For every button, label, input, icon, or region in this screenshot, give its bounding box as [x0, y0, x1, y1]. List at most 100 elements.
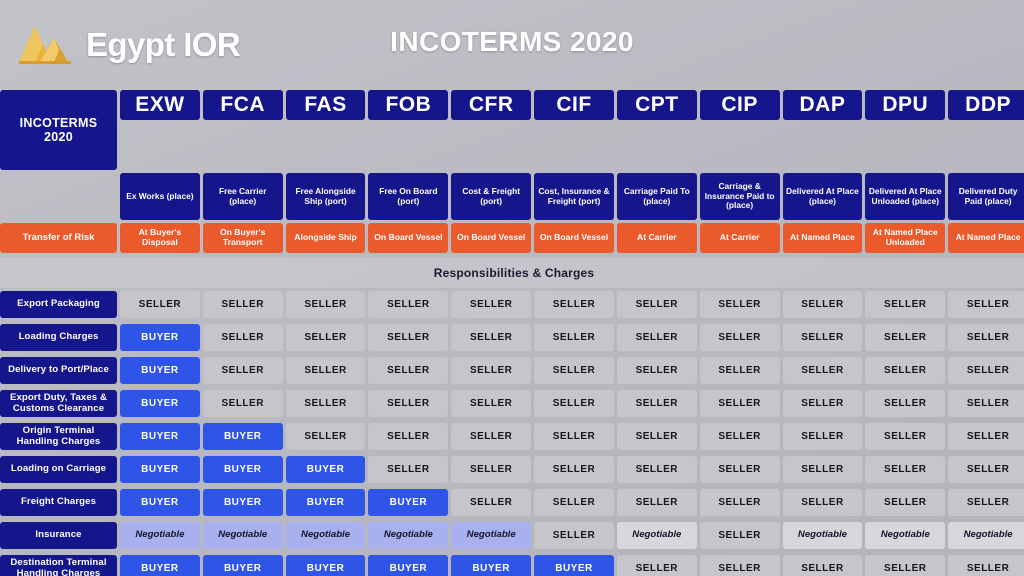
- pyramid-logo-icon: [19, 26, 71, 64]
- cell-ddp: SELLER: [948, 390, 1024, 417]
- column-header-cip[interactable]: CIP: [699, 90, 780, 120]
- cell-dap: SELLER: [782, 291, 863, 318]
- column-header-dap[interactable]: DAP: [782, 90, 863, 120]
- cell-cip: SELLER: [699, 291, 780, 318]
- cell-ddp: SELLER: [948, 291, 1024, 318]
- cell-cpt: SELLER: [616, 390, 697, 417]
- risk-ddp: At Named Place: [948, 223, 1024, 253]
- table-row: Delivery to Port/Place BUYER SELLER SELLER S…: [0, 357, 1024, 387]
- column-header-cfr[interactable]: CFR: [451, 90, 532, 120]
- cell-fas: BUYER: [285, 489, 366, 516]
- risk-fob: On Board Vessel: [368, 223, 449, 253]
- cell-fca: BUYER: [202, 555, 283, 576]
- cell-exw: BUYER: [120, 423, 200, 450]
- row-label: Destination Terminal Handling Charges: [0, 555, 117, 576]
- risk-fca: On Buyer's Transport: [202, 223, 283, 253]
- cell-cip: SELLER: [699, 357, 780, 384]
- column-header-cpt[interactable]: CPT: [616, 90, 697, 120]
- cell-cfr: SELLER: [451, 456, 532, 483]
- column-header-cif[interactable]: CIF: [534, 90, 614, 120]
- row-label: Delivery to Port/Place: [0, 357, 117, 384]
- cell-cif: SELLER: [534, 291, 614, 318]
- table-row: Origin Terminal Handling Charges BUYER BUY…: [0, 423, 1024, 453]
- page-title: INCOTERMS 2020: [390, 26, 634, 57]
- incoterms-matrix: INCOTERMS 2020 EXW FCA FAS FOB CFR CIF C…: [0, 90, 1024, 576]
- cell-cif: SELLER: [534, 456, 614, 483]
- table-row: Destination Terminal Handling Charges BUY…: [0, 555, 1024, 576]
- column-desc-fca: Free Carrier (place): [202, 173, 283, 220]
- cell-ddp: SELLER: [948, 423, 1024, 450]
- column-desc-cfr: Cost & Freight (port): [451, 173, 532, 220]
- cell-cpt: SELLER: [616, 489, 697, 516]
- cell-ddp: SELLER: [948, 357, 1024, 384]
- cell-fca: SELLER: [202, 324, 283, 351]
- page-header: Egypt IOR INCOTERMS 2020: [0, 0, 1024, 90]
- responsibility-rows: Export Packaging SELLER SELLER SELLER SELLER…: [0, 291, 1024, 576]
- cell-dap: SELLER: [782, 555, 863, 576]
- column-header-fas[interactable]: FAS: [285, 90, 366, 120]
- cell-cif: SELLER: [534, 324, 614, 351]
- column-desc-fas: Free Alongside Ship (port): [285, 173, 366, 220]
- table-row: Loading Charges BUYER SELLER SELLER SELLER SE…: [0, 324, 1024, 354]
- cell-ddp: Negotiable: [948, 522, 1024, 549]
- cell-cfr: SELLER: [451, 423, 532, 450]
- risk-fas: Alongside Ship: [285, 223, 366, 253]
- row-label: Loading Charges: [0, 324, 117, 351]
- risk-cfr: On Board Vessel: [451, 223, 532, 253]
- cell-cip: SELLER: [699, 423, 780, 450]
- cell-cif: SELLER: [534, 423, 614, 450]
- row-label: Loading on Carriage: [0, 456, 117, 483]
- cell-fca: BUYER: [202, 456, 283, 483]
- table-row: Freight Charges BUYER BUYER BUYER BUYER SELLE…: [0, 489, 1024, 519]
- cell-cip: SELLER: [699, 489, 780, 516]
- column-desc-dpu: Delivered At Place Unloaded (place): [865, 173, 946, 220]
- risk-exw: At Buyer's Disposal: [120, 223, 200, 253]
- cell-cpt: SELLER: [616, 456, 697, 483]
- cell-dap: SELLER: [782, 390, 863, 417]
- cell-fca: BUYER: [202, 423, 283, 450]
- cell-dap: SELLER: [782, 423, 863, 450]
- column-header-dpu[interactable]: DPU: [865, 90, 946, 120]
- brand-logo: Egypt IOR: [18, 22, 241, 68]
- cell-dap: SELLER: [782, 357, 863, 384]
- column-header-ddp[interactable]: DDP: [948, 90, 1024, 120]
- cell-fob: SELLER: [368, 291, 449, 318]
- cell-cfr: BUYER: [451, 555, 532, 576]
- corner-label-line2: 2020: [43, 130, 73, 144]
- cell-cfr: SELLER: [451, 390, 532, 417]
- transfer-of-risk-label: Transfer of Risk: [0, 223, 117, 253]
- risk-dap: At Named Place: [782, 223, 863, 253]
- cell-dpu: SELLER: [865, 456, 946, 483]
- cell-fca: Negotiable: [202, 522, 283, 549]
- cell-fob: SELLER: [368, 456, 449, 483]
- transfer-of-risk-row: Transfer of Risk At Buyer's Disposal On …: [0, 223, 1024, 256]
- cell-exw: BUYER: [120, 489, 200, 516]
- cell-fob: Negotiable: [368, 522, 449, 549]
- matrix-corner-label: INCOTERMS 2020: [0, 90, 117, 170]
- cell-fca: SELLER: [202, 291, 283, 318]
- cell-cif: SELLER: [534, 357, 614, 384]
- cell-fca: BUYER: [202, 489, 283, 516]
- cell-cfr: SELLER: [451, 357, 532, 384]
- cell-cif: SELLER: [534, 390, 614, 417]
- column-header-fca[interactable]: FCA: [202, 90, 283, 120]
- cell-cpt: SELLER: [616, 291, 697, 318]
- cell-fob: SELLER: [368, 390, 449, 417]
- cell-cfr: SELLER: [451, 291, 532, 318]
- column-header-exw[interactable]: EXW: [120, 90, 200, 120]
- cell-fas: SELLER: [285, 357, 366, 384]
- risk-cip: At Carrier: [699, 223, 780, 253]
- cell-dap: SELLER: [782, 489, 863, 516]
- cell-fas: SELLER: [285, 423, 366, 450]
- cell-cpt: SELLER: [616, 357, 697, 384]
- column-desc-cpt: Carriage Paid To (place): [616, 173, 697, 220]
- row-label: Origin Terminal Handling Charges: [0, 423, 117, 450]
- column-header-fob[interactable]: FOB: [368, 90, 449, 120]
- cell-fas: BUYER: [285, 456, 366, 483]
- cell-exw: BUYER: [120, 390, 200, 417]
- cell-cpt: SELLER: [616, 423, 697, 450]
- cell-dpu: SELLER: [865, 489, 946, 516]
- table-row: Export Duty, Taxes & Customs Clearance BU…: [0, 390, 1024, 420]
- risk-cif: On Board Vessel: [534, 223, 614, 253]
- risk-dpu: At Named Place Unloaded: [865, 223, 946, 253]
